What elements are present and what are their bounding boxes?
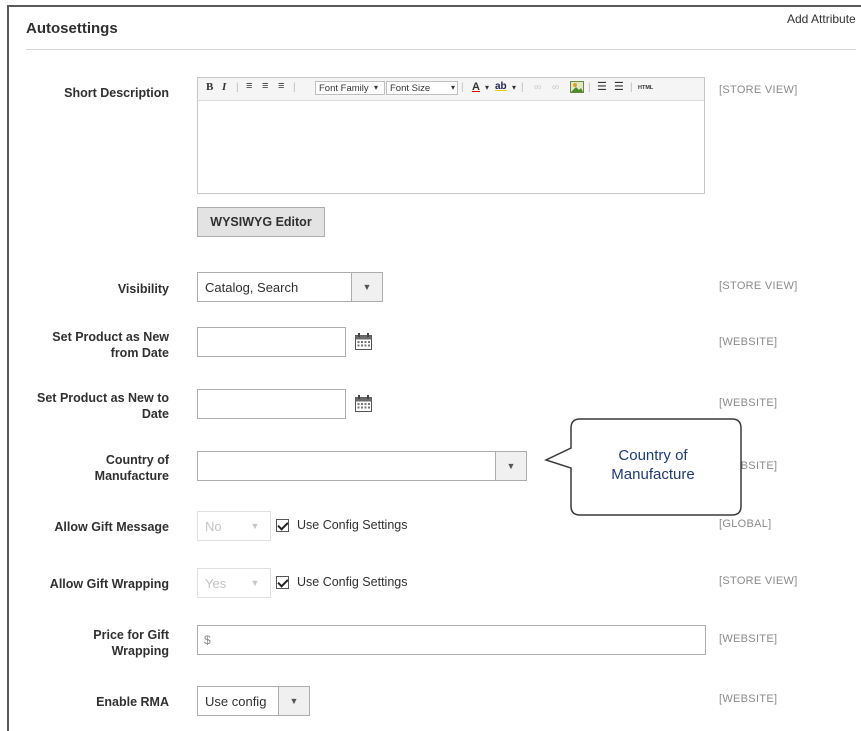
gift-wrapping-use-config-checkbox[interactable]	[276, 576, 289, 589]
enable-rma-label: Enable RMA	[96, 695, 169, 709]
gift-wrap-price-scope: [WEBSITE]	[719, 633, 778, 645]
short-description-editor[interactable]: B I | ≡ ≡ ≡ | Font Family ▾ Font Size ▾ …	[197, 77, 705, 194]
new-to-date-scope: [WEBSITE]	[719, 397, 778, 409]
new-to-date-input[interactable]	[197, 389, 346, 419]
text-color-button[interactable]: A	[472, 81, 480, 93]
new-from-date-scope: [WEBSITE]	[719, 336, 778, 348]
highlight-dropdown-icon: ▾	[512, 83, 517, 92]
font-size-dropdown-icon: ▾	[451, 83, 456, 92]
html-source-button[interactable]: HTML	[638, 85, 653, 91]
new-to-date-label: Set Product as New to Date	[37, 391, 169, 421]
gift-message-use-config-label: Use Config Settings	[297, 518, 408, 532]
gift-wrapping-scope: [STORE VIEW]	[719, 575, 798, 587]
align-left-icon[interactable]: ≡	[246, 80, 252, 92]
numbered-list-icon[interactable]: ☰	[614, 80, 624, 93]
calendar-icon[interactable]	[355, 395, 372, 412]
currency-prefix: $	[204, 633, 211, 647]
gift-wrap-price-input[interactable]: $	[197, 625, 706, 655]
new-from-date-label: Set Product as New from Date	[52, 330, 169, 360]
country-of-manufacture-label: Country of Manufacture	[94, 453, 169, 483]
link-icon[interactable]: ∞	[534, 82, 541, 93]
align-right-icon[interactable]: ≡	[278, 80, 284, 92]
align-center-icon[interactable]: ≡	[262, 80, 268, 92]
gift-wrapping-select[interactable]: Yes ▼	[197, 568, 271, 598]
font-family-dropdown-icon: ▾	[374, 83, 379, 92]
image-icon[interactable]	[570, 81, 584, 96]
calendar-icon[interactable]	[355, 333, 372, 350]
chevron-down-icon: ▼	[495, 452, 526, 480]
country-of-manufacture-select[interactable]: ▼	[197, 451, 527, 481]
gift-message-select[interactable]: No ▼	[197, 511, 271, 541]
enable-rma-select[interactable]: Use config ▼	[197, 686, 310, 716]
gift-message-value: No	[205, 519, 222, 534]
bullet-list-icon[interactable]: ☰	[597, 80, 607, 93]
highlight-button[interactable]: ab	[495, 81, 507, 92]
new-from-date-input[interactable]	[197, 327, 346, 357]
gift-wrapping-label: Allow Gift Wrapping	[49, 577, 169, 591]
visibility-scope: [STORE VIEW]	[719, 280, 798, 292]
chevron-down-icon: ▼	[278, 687, 309, 715]
add-attribute-button[interactable]: Add Attribute	[787, 12, 856, 26]
enable-rma-value: Use config	[205, 694, 267, 709]
gift-wrap-price-label: Price for Gift Wrapping	[93, 628, 169, 658]
visibility-value: Catalog, Search	[205, 280, 299, 295]
visibility-select[interactable]: Catalog, Search ▼	[197, 272, 383, 302]
gift-wrapping-value: Yes	[205, 576, 227, 591]
section-divider	[26, 49, 856, 50]
gift-message-use-config-checkbox[interactable]	[276, 519, 289, 532]
bold-button[interactable]: B	[206, 81, 213, 93]
text-color-dropdown-icon: ▾	[485, 83, 490, 92]
italic-button[interactable]: I	[222, 81, 226, 93]
unlink-icon[interactable]: ∞	[552, 82, 559, 93]
visibility-label: Visibility	[117, 282, 169, 296]
chevron-down-icon: ▼	[351, 273, 382, 301]
gift-message-label: Allow Gift Message	[54, 520, 169, 534]
editor-toolbar: B I | ≡ ≡ ≡ | Font Family ▾ Font Size ▾ …	[198, 78, 704, 101]
short-description-label: Short Description	[64, 86, 169, 100]
section-title: Autosettings	[26, 20, 118, 37]
enable-rma-scope: [WEBSITE]	[719, 693, 778, 705]
chevron-down-icon: ▼	[250, 521, 260, 531]
wysiwyg-editor-button[interactable]: WYSIWYG Editor	[197, 207, 325, 237]
gift-wrapping-use-config-label: Use Config Settings	[297, 575, 408, 589]
short-description-scope: [STORE VIEW]	[719, 84, 798, 96]
gift-message-scope: [GLOBAL]	[719, 518, 772, 530]
chevron-down-icon: ▼	[250, 578, 260, 588]
callout-text: Country of Manufacture	[611, 447, 695, 483]
font-size-select[interactable]: Font Size	[386, 81, 458, 95]
